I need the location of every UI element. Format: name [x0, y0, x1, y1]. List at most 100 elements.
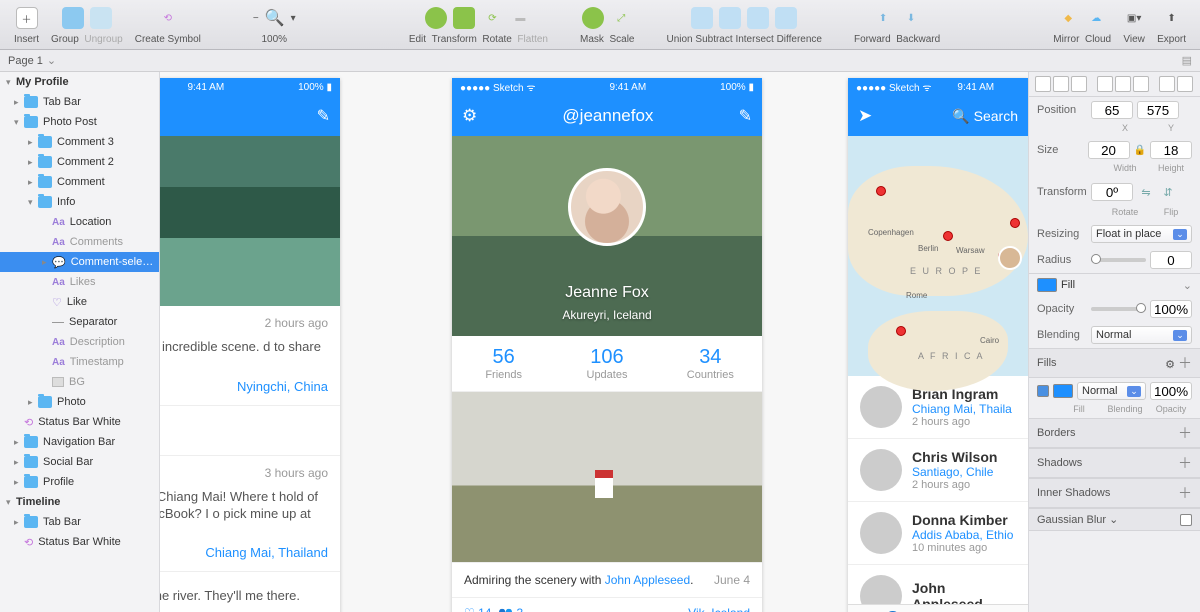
- layer-item[interactable]: AaLocation: [0, 212, 159, 232]
- layer-item[interactable]: AaDescription: [0, 332, 159, 352]
- layer-item[interactable]: ▸Comment 3: [0, 132, 159, 152]
- page-selector[interactable]: Page 1⌄ ▤: [0, 50, 1200, 72]
- layer-item[interactable]: ▾My Profile: [0, 72, 159, 92]
- layer-item[interactable]: ▸Navigation Bar: [0, 432, 159, 452]
- compose-icon[interactable]: ✎: [317, 106, 330, 126]
- layer-item[interactable]: ⟲Status Bar White: [0, 412, 159, 432]
- search-icon[interactable]: 🔍: [952, 108, 969, 124]
- resizing-select[interactable]: Float in place⌄: [1091, 225, 1192, 243]
- cloud-icon[interactable]: ☁: [1085, 7, 1107, 29]
- view-button[interactable]: ▣▾View: [1123, 4, 1145, 45]
- artboard-profile[interactable]: My Profile ●●●●● Sketch ᯤ9:41 AM100% ▮ ⚙…: [452, 78, 762, 612]
- layer-item[interactable]: ▸Photo: [0, 392, 159, 412]
- user-link[interactable]: John Appleseed: [605, 573, 690, 587]
- inner-shadows-section[interactable]: Inner Shadows＋: [1029, 478, 1200, 508]
- union-icon[interactable]: [691, 7, 713, 29]
- rotate-icon[interactable]: ⟳: [481, 7, 503, 29]
- stat-countries[interactable]: 34Countries: [659, 336, 762, 391]
- layer-item[interactable]: ▸Social Bar: [0, 452, 159, 472]
- height-input[interactable]: [1150, 141, 1192, 159]
- width-input[interactable]: [1088, 141, 1130, 159]
- layer-item[interactable]: AaLikes: [0, 272, 159, 292]
- opacity-input[interactable]: [1150, 300, 1192, 318]
- scale-icon[interactable]: ⤢: [610, 7, 632, 29]
- create-symbol-button[interactable]: ⟲ Create Symbol: [135, 4, 201, 45]
- chevron-down-icon[interactable]: ⌄: [1183, 279, 1192, 292]
- flip-h-icon[interactable]: ⇋: [1137, 181, 1155, 203]
- pos-y-input[interactable]: [1137, 101, 1179, 119]
- pos-x-input[interactable]: [1091, 101, 1133, 119]
- location-arrow-icon[interactable]: ➤: [858, 106, 872, 126]
- map-pin[interactable]: [943, 231, 953, 241]
- layer-item[interactable]: AaTimestamp: [0, 352, 159, 372]
- fill-blend-select[interactable]: Normal⌄: [1077, 382, 1146, 400]
- forward-icon[interactable]: ⬆: [872, 7, 894, 29]
- blending-select[interactable]: Normal⌄: [1091, 326, 1192, 344]
- subtract-icon[interactable]: [719, 7, 741, 29]
- mask-icon[interactable]: [582, 7, 604, 29]
- rotate-input[interactable]: [1091, 183, 1133, 201]
- flip-v-icon[interactable]: ⇵: [1159, 181, 1177, 203]
- backward-icon[interactable]: ⬇: [900, 7, 922, 29]
- stat-updates[interactable]: 106Updates: [555, 336, 658, 391]
- layer-item[interactable]: ▾Timeline: [0, 492, 159, 512]
- flatten-icon[interactable]: ▬: [509, 7, 531, 29]
- map[interactable]: E U R O P E A F R I C A Rome Berlin Cope…: [848, 136, 1028, 376]
- artboard-friends[interactable]: Friends ●●●●● Sketch ᯤ9:41 AM ➤ 🔍 Search…: [848, 78, 1028, 612]
- mirror-icon[interactable]: ◆: [1057, 7, 1079, 29]
- opacity-slider[interactable]: [1091, 307, 1146, 311]
- avatar[interactable]: [568, 168, 646, 246]
- layer-item[interactable]: ▾Photo Post: [0, 112, 159, 132]
- edit-icon[interactable]: [425, 7, 447, 29]
- group-icon[interactable]: [62, 7, 84, 29]
- settings-icon[interactable]: ⚙: [462, 106, 477, 126]
- align-left-icon[interactable]: [1035, 76, 1051, 92]
- fills-section[interactable]: Fills⚙ ＋: [1029, 348, 1200, 378]
- shadows-section[interactable]: Shadows＋: [1029, 448, 1200, 478]
- layer-item[interactable]: ▸Tab Bar: [0, 512, 159, 532]
- layer-item[interactable]: Separator: [0, 312, 159, 332]
- layer-item[interactable]: ▸Comment 2: [0, 152, 159, 172]
- layer-item[interactable]: ♡Like: [0, 292, 159, 312]
- map-pin[interactable]: [1010, 218, 1020, 228]
- map-pin[interactable]: [896, 326, 906, 336]
- avatar: [860, 449, 902, 491]
- post-item[interactable]: Ingram3 hours ago up those who know Chia…: [160, 456, 340, 573]
- borders-section[interactable]: Borders＋: [1029, 418, 1200, 448]
- post-item[interactable]: Goode2 hours ago p ealier today to this …: [160, 306, 340, 406]
- transform-icon[interactable]: [453, 7, 475, 29]
- layer-item[interactable]: BG: [0, 372, 159, 392]
- export-button[interactable]: ⬆Export: [1157, 4, 1186, 45]
- compose-icon[interactable]: ✎: [739, 106, 752, 126]
- canvas[interactable]: ●●●●● Sketch ᯤ9:41 AM100% ▮ TravelMate ✎…: [160, 72, 1028, 612]
- fill-enable-checkbox[interactable]: [1037, 385, 1049, 397]
- blur-section[interactable]: Gaussian Blur ⌄: [1029, 508, 1200, 531]
- friend-row[interactable]: Donna KimberAddis Ababa, Ethio10 minutes…: [848, 502, 1028, 565]
- layer-item[interactable]: AaComments: [0, 232, 159, 252]
- fill-color-swatch[interactable]: [1053, 384, 1073, 398]
- map-avatar[interactable]: [998, 246, 1022, 270]
- intersect-icon[interactable]: [747, 7, 769, 29]
- layer-item[interactable]: ▸Tab Bar: [0, 92, 159, 112]
- layer-item[interactable]: ⟲Status Bar White: [0, 532, 159, 552]
- layer-item[interactable]: ▸Comment: [0, 172, 159, 192]
- map-pin[interactable]: [876, 186, 886, 196]
- layer-item[interactable]: ▾Info: [0, 192, 159, 212]
- fill-opacity-input[interactable]: [1150, 382, 1192, 400]
- radius-slider[interactable]: [1091, 258, 1146, 262]
- difference-icon[interactable]: [775, 7, 797, 29]
- friend-row[interactable]: Chris WilsonSantiago, Chile2 hours ago: [848, 439, 1028, 502]
- layer-item-selected[interactable]: ▸💬Comment-sele…: [0, 252, 159, 272]
- insert-button[interactable]: ＋ Insert: [14, 4, 39, 45]
- stat-friends[interactable]: 56Friends: [452, 336, 555, 391]
- fill-swatch[interactable]: [1037, 278, 1057, 292]
- artboard-timeline[interactable]: ●●●●● Sketch ᯤ9:41 AM100% ▮ TravelMate ✎…: [160, 78, 340, 612]
- lock-icon[interactable]: 🔒: [1134, 145, 1146, 156]
- blur-enable-checkbox[interactable]: [1180, 514, 1192, 526]
- ungroup-icon[interactable]: [90, 7, 112, 29]
- zoom-control[interactable]: −🔍▾ 100%: [253, 4, 296, 45]
- location-link[interactable]: Vik, Iceland: [688, 606, 750, 612]
- panel-toggle-icon[interactable]: ▤: [1182, 54, 1192, 67]
- radius-input[interactable]: [1150, 251, 1192, 269]
- layer-item[interactable]: ▸Profile: [0, 472, 159, 492]
